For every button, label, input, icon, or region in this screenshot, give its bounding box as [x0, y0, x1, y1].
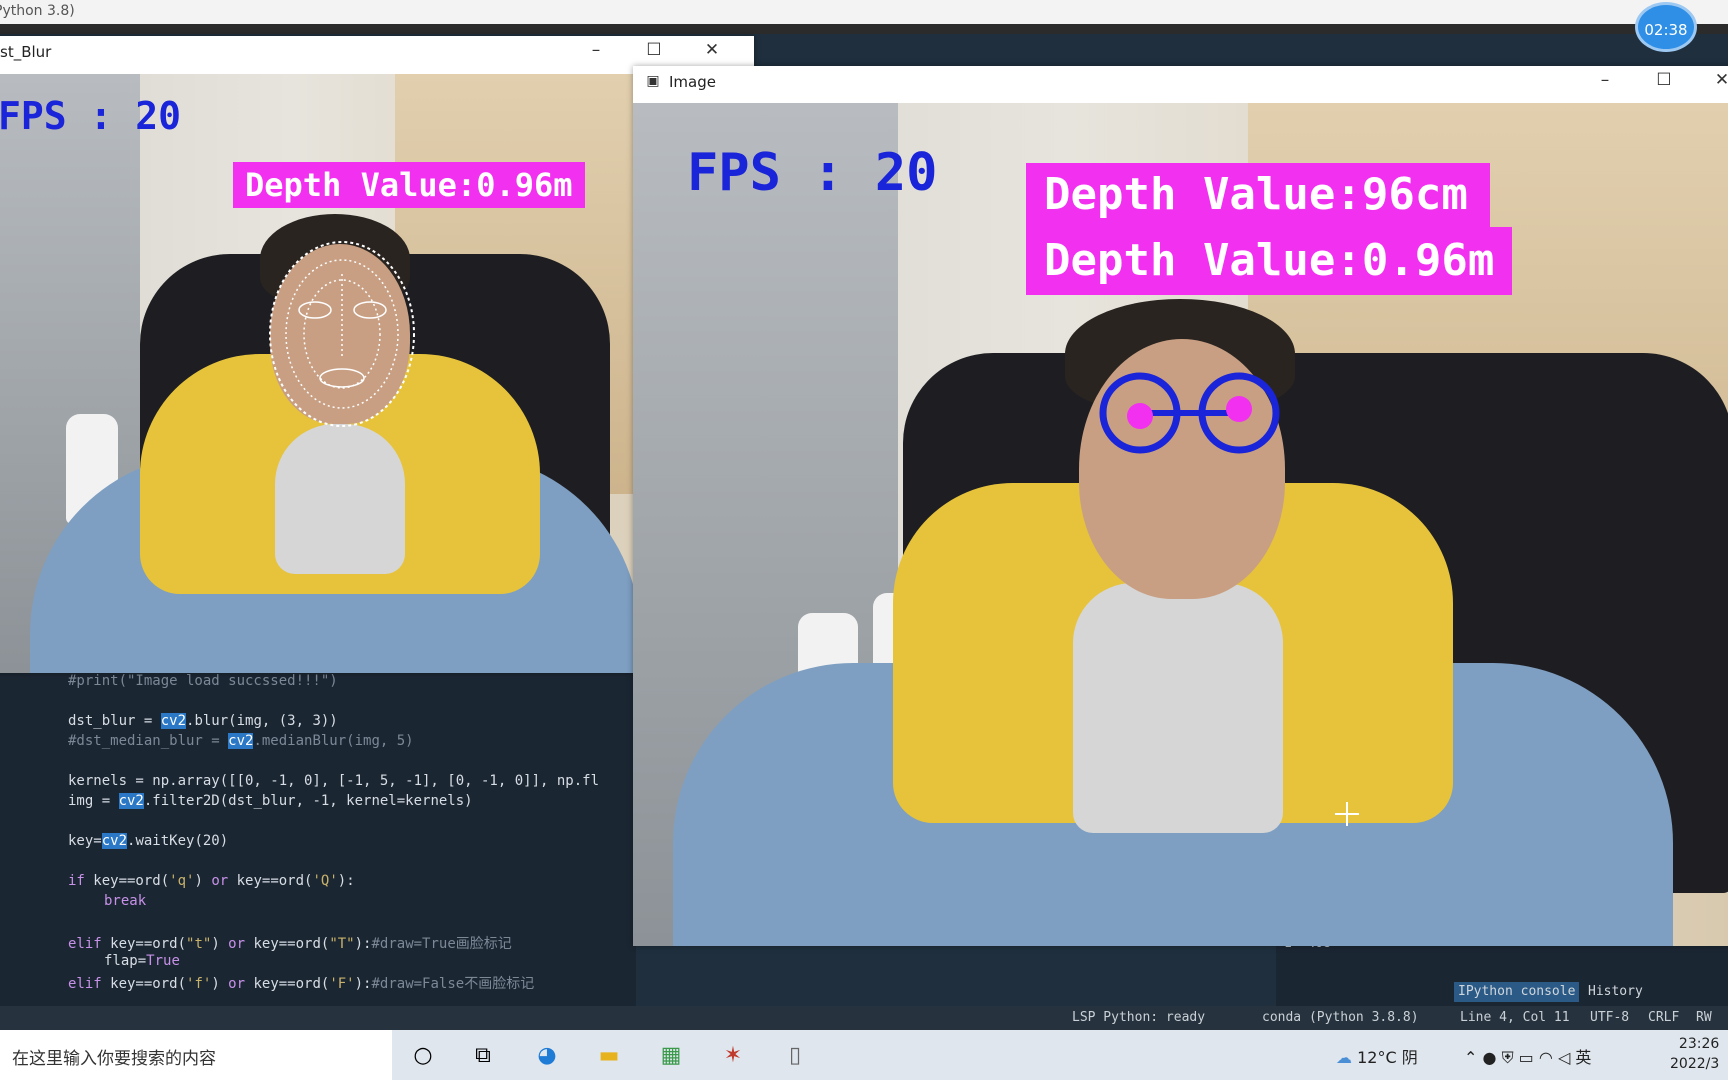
- code-line: #dst_median_blur = cv2.medianBlur(img, 5…: [68, 733, 414, 749]
- battery-icon[interactable]: ▭: [1519, 1048, 1534, 1067]
- maximize-icon[interactable]: ☐: [1652, 70, 1676, 90]
- depth-label-m: Depth Value:0.96m: [1026, 227, 1513, 295]
- weather-widget[interactable]: ☁ 12°C 阴: [1336, 1044, 1418, 1068]
- tab-ipython-console[interactable]: IPython console: [1454, 982, 1580, 1002]
- minimize-icon[interactable]: –: [584, 40, 608, 60]
- fps-label: FPS : 20: [0, 94, 182, 138]
- document-icon[interactable]: ▯: [780, 1040, 810, 1070]
- wifi-icon[interactable]: ◠: [1539, 1048, 1553, 1067]
- chevron-up-icon[interactable]: ⌃: [1464, 1048, 1477, 1067]
- ide-toolbar-strip: [0, 24, 1728, 34]
- taskbar-date: 2022/3: [1670, 1056, 1720, 1072]
- status-bar: LSP Python: ready conda (Python 3.8.8) L…: [0, 1006, 1728, 1030]
- cursor-position: Line 4, Col 11: [1460, 1010, 1570, 1025]
- microphone-icon[interactable]: ●: [1483, 1048, 1497, 1067]
- recording-timer: 02:38: [1635, 2, 1697, 52]
- fps-label: FPS : 20: [687, 143, 938, 203]
- edge-icon[interactable]: ◕: [532, 1040, 562, 1070]
- close-icon[interactable]: ✕: [1710, 70, 1728, 90]
- cloud-icon: ☁: [1336, 1048, 1352, 1067]
- code-line: kernels = np.array([[0, -1, 0], [-1, 5, …: [68, 773, 600, 789]
- code-line: flap=True: [104, 953, 180, 969]
- image-window-titlebar[interactable]: ▣ Image – ☐ ✕: [633, 66, 1728, 98]
- code-line: #print("Image load succssed!!!"): [68, 673, 338, 689]
- depth-label-cm: Depth Value:96cm: [1026, 163, 1490, 227]
- image-window[interactable]: ▣ Image – ☐ ✕ FPS : 20 Depth Value:96cm …: [633, 66, 1728, 946]
- code-line: if key==ord('q') or key==ord('Q'):: [68, 873, 355, 889]
- system-tray-icons[interactable]: ⌃ ● ⛨ ▭ ◠ ◁ 英: [1464, 1044, 1591, 1068]
- windows-taskbar: 在这里输入你要搜索的内容 ○ ⧉ ◕ ▬ ▦ ✶ ▯ ☁ 12°C 阴 ⌃ ● …: [0, 1030, 1728, 1080]
- code-line: img = cv2.filter2D(dst_blur, -1, kernel=…: [68, 793, 473, 809]
- code-line: dst_blur = cv2.blur(img, (3, 3)): [68, 713, 338, 729]
- code-line: elif key==ord("t") or key==ord("T"):#dra…: [68, 936, 512, 952]
- code-line: break: [104, 893, 147, 909]
- image-viewer-icon[interactable]: ▦: [656, 1040, 686, 1070]
- minimize-icon[interactable]: –: [1593, 70, 1617, 90]
- shield-icon[interactable]: ⛨: [1502, 1048, 1514, 1067]
- maximize-icon[interactable]: ☐: [642, 40, 666, 60]
- app-icon[interactable]: ✶: [718, 1040, 748, 1070]
- window-app-icon: ▣: [646, 73, 660, 89]
- cortana-icon[interactable]: ○: [408, 1040, 438, 1070]
- search-placeholder: 在这里输入你要搜索的内容: [12, 1049, 216, 1069]
- image-window-title: Image: [669, 73, 716, 91]
- code-line: key=cv2.waitKey(20): [68, 833, 229, 849]
- ime-indicator[interactable]: 英: [1575, 1048, 1591, 1067]
- code-editor[interactable]: #print("Image load succssed!!!") dst_blu…: [0, 673, 636, 1006]
- weather-text: 12°C 阴: [1357, 1048, 1418, 1067]
- taskbar-search-box[interactable]: 在这里输入你要搜索的内容: [0, 1030, 392, 1080]
- ide-title-text: Python 3.8): [0, 3, 75, 19]
- file-encoding: UTF-8: [1590, 1010, 1630, 1025]
- image-video-frame: FPS : 20 Depth Value:96cm Depth Value:0.…: [633, 103, 1728, 946]
- file-explorer-icon[interactable]: ▬: [594, 1040, 624, 1070]
- task-view-icon[interactable]: ⧉: [468, 1040, 498, 1070]
- taskbar-time: 23:26: [1678, 1036, 1720, 1052]
- taskbar-clock[interactable]: 23:26 2022/3: [1670, 1034, 1719, 1074]
- close-icon[interactable]: ✕: [700, 40, 724, 60]
- volume-icon[interactable]: ◁: [1558, 1048, 1570, 1067]
- depth-label-m: Depth Value:0.96m: [233, 162, 585, 208]
- line-ending: CRLF: [1648, 1010, 1680, 1025]
- tab-history[interactable]: History: [1584, 982, 1647, 1002]
- file-mode: RW: [1696, 1010, 1712, 1025]
- conda-env: conda (Python 3.8.8): [1262, 1010, 1419, 1025]
- ide-title-bar: Python 3.8): [0, 0, 1728, 24]
- code-line: elif key==ord('f') or key==ord('F'):#dra…: [68, 976, 535, 992]
- blur-window-title: st_Blur: [0, 43, 52, 61]
- lsp-status: LSP Python: ready: [1072, 1010, 1206, 1025]
- blur-window-titlebar[interactable]: st_Blur – ☐ ✕: [0, 36, 754, 68]
